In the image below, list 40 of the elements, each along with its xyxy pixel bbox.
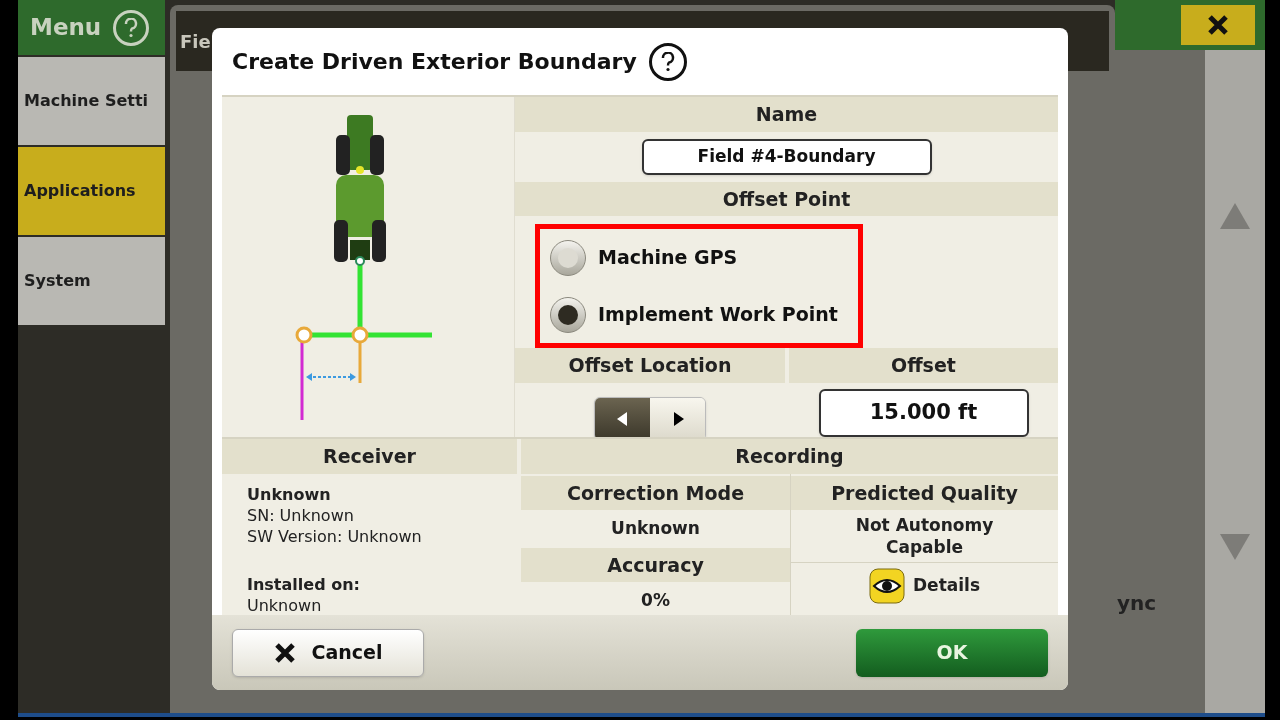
- radio-label: Machine GPS: [598, 245, 738, 271]
- correction-mode-value: Unknown: [610, 517, 701, 540]
- close-icon: [1207, 14, 1229, 36]
- column-header: Predicted Quality: [791, 475, 1058, 510]
- dialog-title: Create Driven Exterior Boundary: [232, 48, 637, 76]
- menu-title: Menu: [30, 13, 102, 43]
- cancel-button[interactable]: Cancel: [232, 628, 424, 677]
- installed-value: Unknown: [247, 594, 323, 616]
- receiver-serial: SN: Unknown: [247, 504, 355, 526]
- eye-icon: [869, 568, 905, 604]
- help-icon[interactable]: [648, 42, 687, 81]
- close-icon: [273, 641, 296, 664]
- section-header: Recording: [521, 439, 1058, 474]
- radio-button[interactable]: [550, 296, 586, 333]
- name-field[interactable]: Field #4-Boundary: [641, 138, 932, 175]
- details-button[interactable]: Details: [791, 563, 1058, 609]
- ok-button[interactable]: OK: [856, 628, 1048, 677]
- close-button[interactable]: [1181, 5, 1255, 45]
- radio-button[interactable]: [550, 239, 586, 276]
- receiver-name: Unknown: [247, 483, 332, 505]
- left-arrow-button[interactable]: [595, 397, 650, 440]
- sidebar-item[interactable]: System: [18, 237, 165, 325]
- section-header: Offset: [789, 348, 1058, 383]
- right-arrow-button[interactable]: [650, 397, 705, 440]
- section-header: Name: [515, 97, 1058, 132]
- radio-label: Implement Work Point: [598, 302, 838, 328]
- accuracy-value: 0%: [640, 589, 671, 612]
- section-header: Receiver: [222, 439, 517, 474]
- offset-field[interactable]: 15.000 ft: [818, 388, 1029, 437]
- column-header: Accuracy: [521, 547, 790, 582]
- installed-label: Installed on:: [247, 573, 361, 595]
- side-label: ync: [1117, 590, 1158, 617]
- sidebar-item[interactable]: Machine Setti: [18, 57, 165, 145]
- column-header: Correction Mode: [521, 475, 790, 510]
- section-header: Offset Point: [515, 181, 1058, 216]
- receiver-software: SW Version: Unknown: [247, 525, 423, 547]
- section-header: Offset Location: [515, 348, 785, 383]
- sidebar-item[interactable]: Applications: [18, 147, 165, 235]
- window-title: Fie: [180, 29, 211, 54]
- predicted-quality-value: Not Autonomy Capable: [791, 510, 1058, 563]
